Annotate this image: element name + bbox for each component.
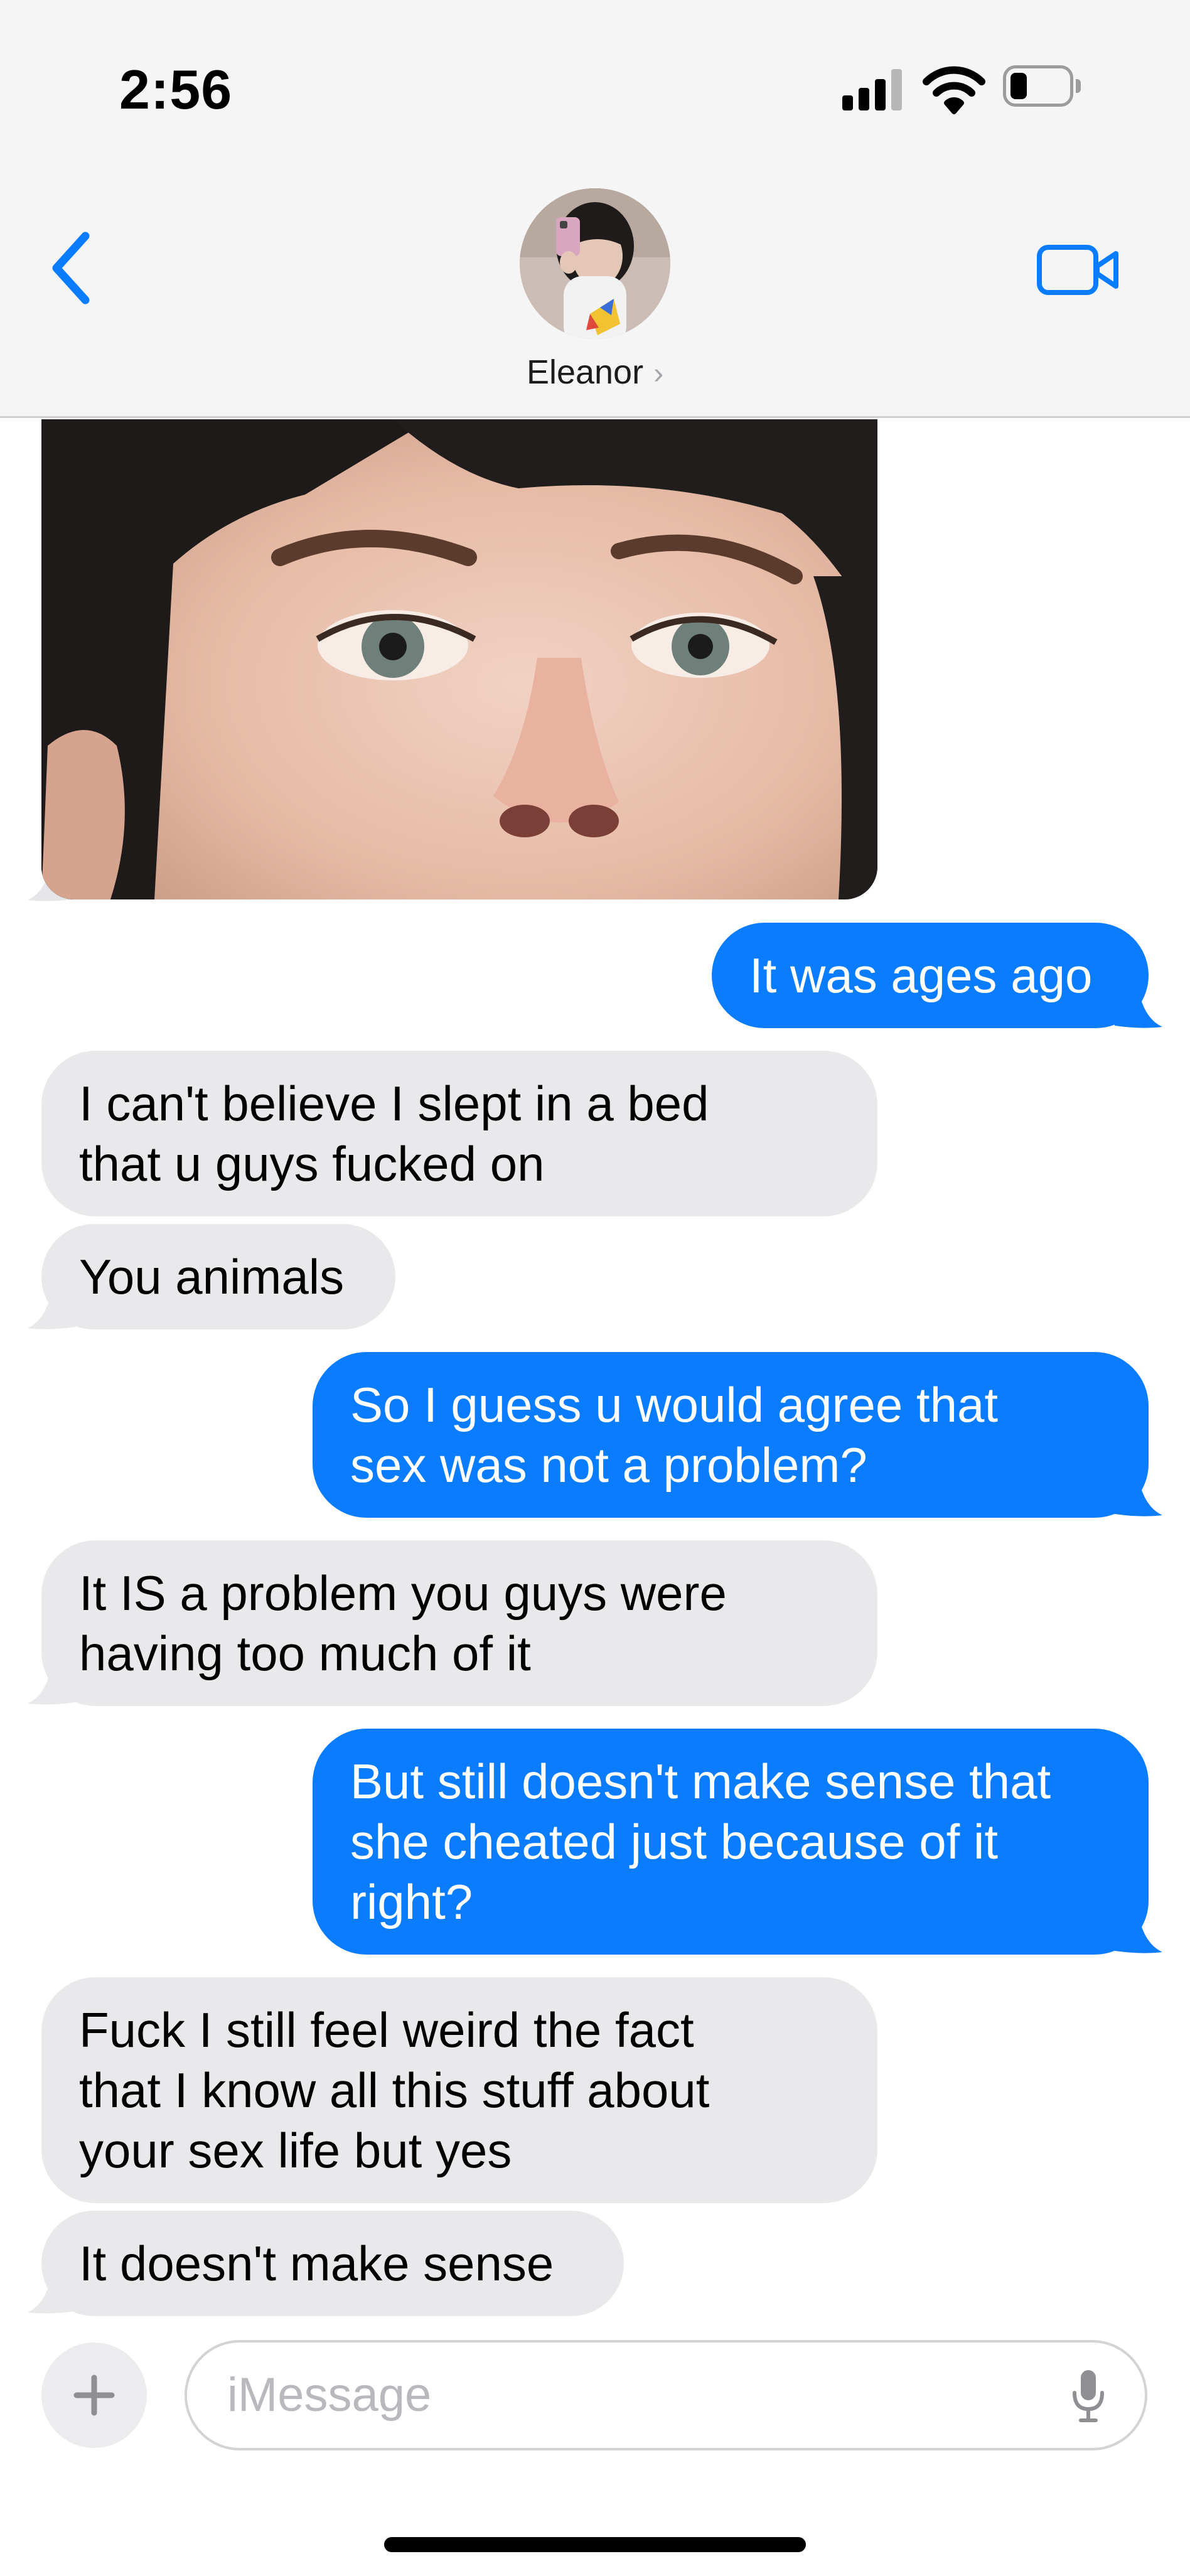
incoming-message[interactable]: It IS a problem you guys were having too… bbox=[41, 1540, 877, 1706]
apps-plus-button[interactable] bbox=[41, 2343, 147, 2448]
wifi-icon bbox=[923, 66, 985, 114]
outgoing-message[interactable]: So I guess u would agree that sex was no… bbox=[313, 1352, 1149, 1518]
battery-icon bbox=[1003, 65, 1081, 107]
message-line: having too much of it bbox=[79, 1626, 531, 1681]
incoming-message[interactable]: It doesn't make sense bbox=[41, 2211, 624, 2316]
message-text: It doesn't make sense bbox=[79, 2236, 554, 2291]
status-time: 2:56 bbox=[119, 58, 233, 121]
message-line: I can't believe I slept in a bed bbox=[79, 1076, 709, 1131]
message-text: It was ages ago bbox=[749, 948, 1093, 1003]
status-bar: 2:56 bbox=[0, 0, 1190, 169]
message-line: sex was not a problem? bbox=[350, 1437, 867, 1493]
messages-screen: 2:56 Eleanor › It was ages ago I can't b… bbox=[0, 0, 1190, 2576]
selfie-photo bbox=[41, 419, 877, 899]
video-camera-icon bbox=[1037, 245, 1118, 295]
chevron-left-icon bbox=[52, 232, 90, 304]
incoming-message[interactable]: You animals bbox=[41, 1224, 395, 1329]
message-line: that I know all this stuff about bbox=[79, 2063, 710, 2118]
imessage-input[interactable]: iMessage bbox=[185, 2340, 1147, 2450]
message-line: right? bbox=[350, 1874, 473, 1929]
avatar[interactable] bbox=[520, 188, 670, 339]
plus-icon bbox=[73, 2375, 115, 2416]
home-indicator[interactable] bbox=[384, 2537, 806, 2552]
message-line: that u guys fucked on bbox=[79, 1136, 545, 1191]
chevron-right-icon: › bbox=[653, 357, 664, 390]
message-line: It IS a problem you guys were bbox=[79, 1565, 727, 1621]
composer-bar: iMessage bbox=[0, 2320, 1190, 2576]
message-line: Fuck I still feel weird the fact bbox=[79, 2002, 694, 2058]
microphone-icon[interactable] bbox=[1069, 2368, 1107, 2424]
contact-name: Eleanor bbox=[526, 353, 644, 391]
incoming-message[interactable]: I can't believe I slept in a bed that u … bbox=[41, 1051, 877, 1216]
contact-name-button[interactable]: Eleanor › bbox=[0, 353, 1190, 392]
photo-message[interactable] bbox=[41, 419, 877, 899]
imessage-placeholder: iMessage bbox=[227, 2368, 432, 2422]
message-line: So I guess u would agree that bbox=[350, 1377, 999, 1432]
message-line: your sex life but yes bbox=[79, 2123, 512, 2178]
video-call-button[interactable] bbox=[1036, 239, 1123, 301]
message-line: she cheated just because of it bbox=[350, 1814, 999, 1869]
message-text: You animals bbox=[79, 1249, 345, 1304]
cellular-signal-icon bbox=[842, 69, 905, 110]
back-button[interactable] bbox=[44, 227, 100, 309]
outgoing-message[interactable]: But still doesn't make sense that she ch… bbox=[313, 1729, 1149, 1955]
message-line: But still doesn't make sense that bbox=[350, 1754, 1051, 1809]
incoming-message[interactable]: Fuck I still feel weird the fact that I … bbox=[41, 1977, 877, 2203]
avatar-photo bbox=[520, 188, 670, 339]
outgoing-message[interactable]: It was ages ago bbox=[712, 923, 1149, 1028]
conversation-header: Eleanor › bbox=[0, 169, 1190, 418]
